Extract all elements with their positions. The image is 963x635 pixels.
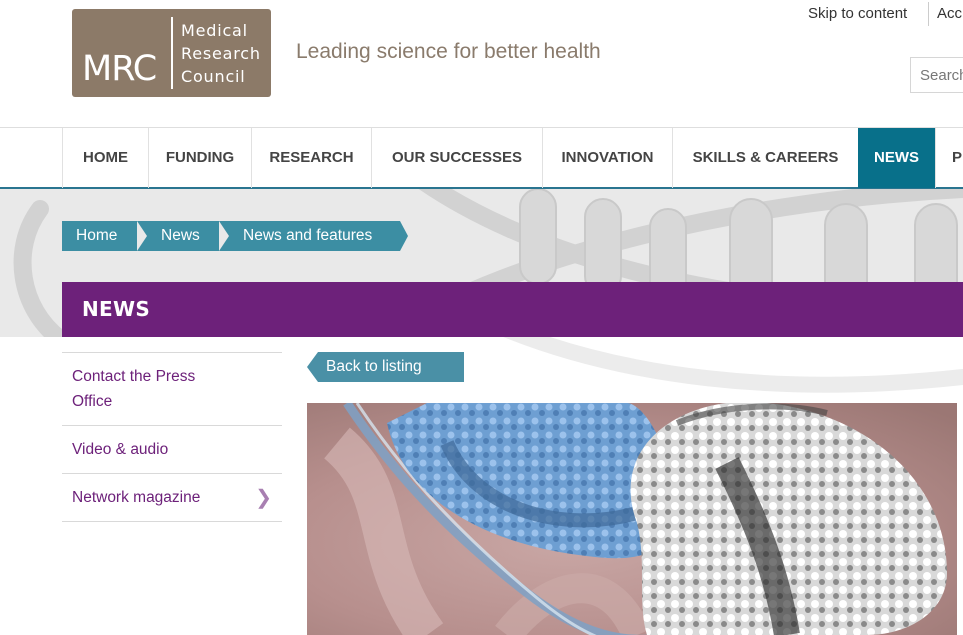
utility-divider: [928, 2, 929, 26]
breadcrumb-label: News: [161, 227, 200, 244]
breadcrumb-label: News and features: [243, 227, 373, 244]
sidebar-item-label: Network magazine: [72, 489, 201, 506]
nav-item-partial[interactable]: P: [935, 128, 963, 188]
sidebar-item-network-magazine[interactable]: Network magazine ❯: [62, 473, 282, 522]
logo-word: Research: [181, 44, 261, 63]
article-image: [307, 403, 957, 635]
nav-item-skills-careers[interactable]: SKILLS & CAREERS: [672, 128, 858, 188]
breadcrumb-item-home[interactable]: Home: [62, 221, 146, 251]
sidebar-item-label: Video & audio: [72, 441, 169, 458]
logo-abbrev: MRC: [82, 49, 157, 89]
logo-wordmark: Medical Research Council: [181, 19, 261, 88]
site-tagline: Leading science for better health: [296, 40, 601, 63]
logo-divider: [171, 17, 173, 89]
chevron-right-icon[interactable]: ❯: [255, 488, 272, 508]
breadcrumb-label: Home: [76, 227, 118, 244]
breadcrumb-item-news-and-features[interactable]: News and features: [219, 221, 408, 251]
mrc-logo[interactable]: MRC Medical Research Council: [72, 9, 271, 97]
back-to-listing-label: Back to listing: [326, 358, 422, 375]
nav-item-our-successes[interactable]: OUR SUCCESSES: [371, 128, 542, 188]
nav-item-funding[interactable]: FUNDING: [148, 128, 251, 188]
sidebar-item-label: Contact the Press Office: [72, 368, 196, 410]
logo-word: Medical: [181, 21, 248, 40]
accessibility-link[interactable]: Acc: [937, 5, 962, 22]
nav-item-news[interactable]: NEWS: [858, 128, 935, 188]
skip-to-content-link[interactable]: Skip to content: [808, 5, 907, 22]
sidebar-item-video-audio[interactable]: Video & audio: [62, 425, 282, 473]
back-to-listing-button[interactable]: Back to listing: [307, 352, 464, 382]
sidebar-nav: Contact the Press Office Video & audio N…: [62, 352, 282, 522]
section-title: NEWS: [82, 297, 151, 321]
nav-item-home[interactable]: HOME: [62, 128, 148, 188]
logo-word: Council: [181, 67, 246, 86]
breadcrumb-item-news[interactable]: News: [137, 221, 228, 251]
section-header: NEWS: [62, 282, 963, 337]
search-input[interactable]: [910, 57, 963, 93]
nav-item-research[interactable]: RESEARCH: [251, 128, 371, 188]
sidebar-item-contact-press-office[interactable]: Contact the Press Office: [62, 352, 282, 425]
protein-structure-illustration: [307, 403, 957, 635]
nav-item-innovation[interactable]: INNOVATION: [542, 128, 672, 188]
main-nav: HOME FUNDING RESEARCH OUR SUCCESSES INNO…: [0, 127, 963, 189]
